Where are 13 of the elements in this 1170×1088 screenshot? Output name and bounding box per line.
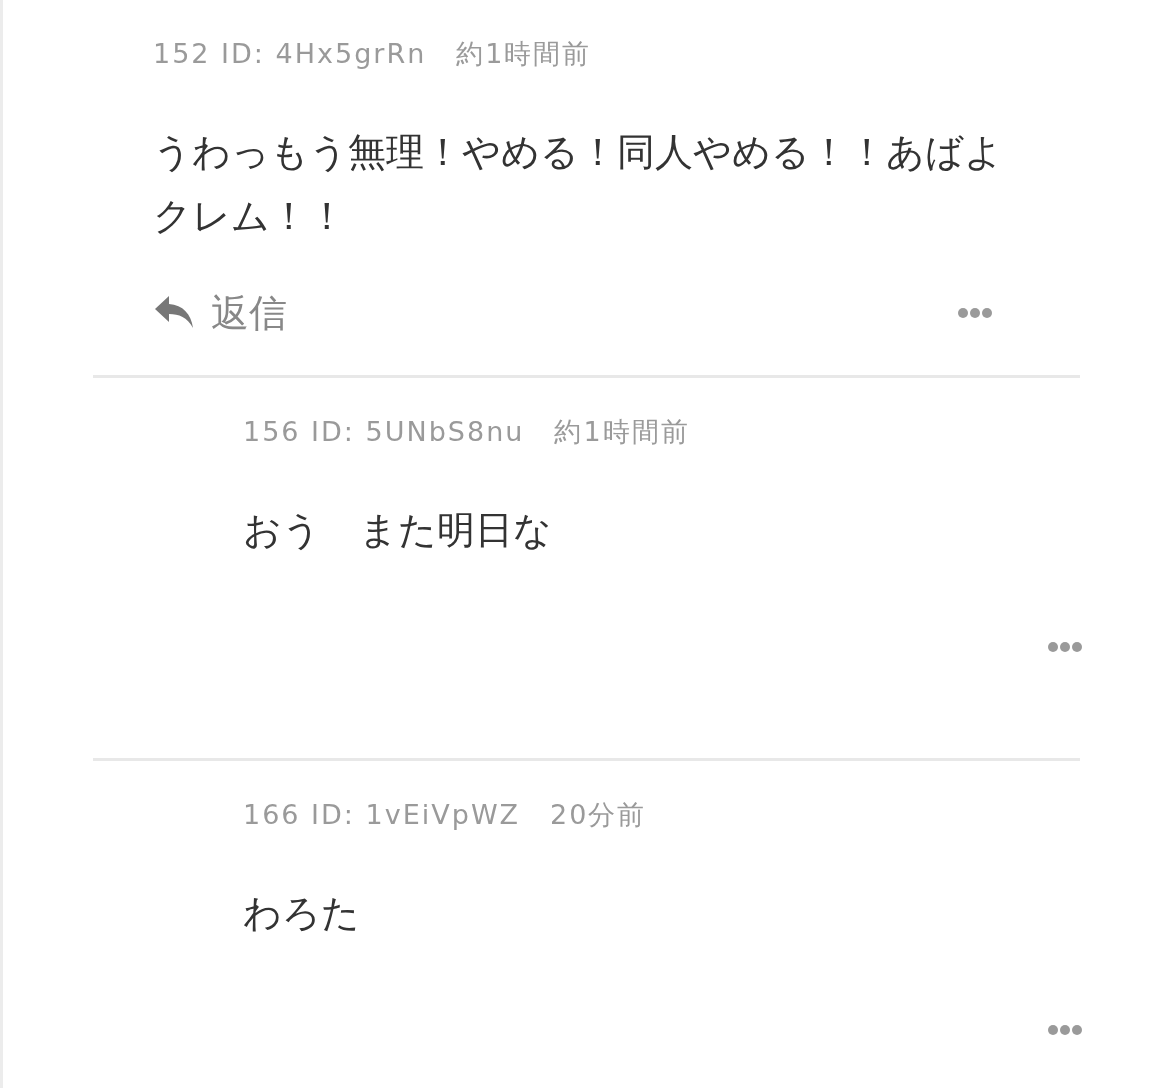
post-time: 約1時間前	[554, 415, 690, 449]
post-number-id: 166 ID: 1vEiVpWZ	[243, 798, 521, 832]
more-options-icon[interactable]	[1047, 641, 1083, 653]
post-time: 20分前	[550, 798, 647, 832]
post-number-id: 156 ID: 5UNbS8nu	[243, 415, 525, 449]
post-body: うわっもう無理！やめる！同人やめる！！あばよクレム！！	[153, 129, 1003, 240]
post-body: わろた	[243, 890, 361, 937]
more-options-icon[interactable]	[957, 307, 993, 319]
reply-button[interactable]: 返信	[153, 287, 287, 339]
post-time: 約1時間前	[456, 37, 592, 71]
more-options-icon[interactable]	[1047, 1024, 1083, 1036]
post-number-id: 152 ID: 4Hx5grRn	[153, 37, 427, 71]
post-body: おう また明日な	[243, 507, 553, 554]
